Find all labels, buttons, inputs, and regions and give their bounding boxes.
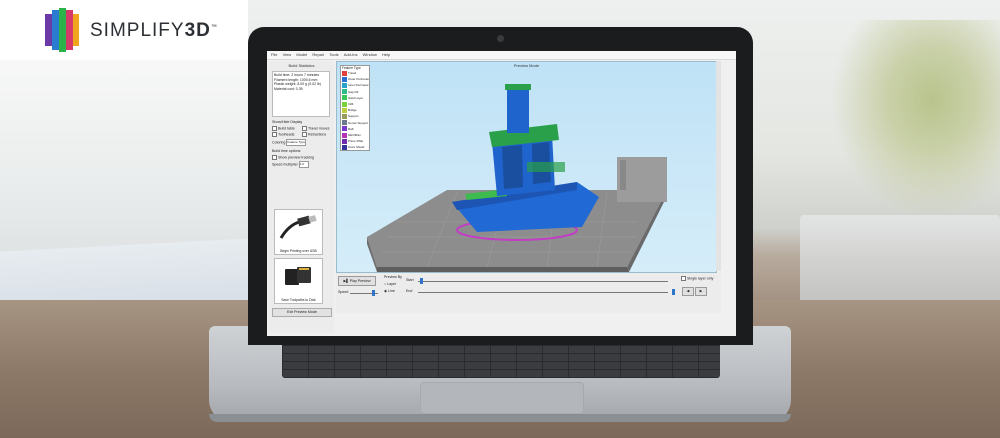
menu-help[interactable]: Help [382,51,390,59]
menu-view[interactable]: View [283,51,292,59]
legend-swatch [342,95,347,101]
save-to-disk-label: Save Toolpaths to Disk [281,298,316,302]
laptop-base-edge [209,414,791,422]
legend-swatch [342,120,347,126]
left-panel: Build Statistics Build time: 2 hours 7 m… [269,61,334,333]
legend-label: Infill [348,101,354,106]
background-object [800,215,1000,305]
laptop-trackpad [420,382,584,414]
legend-label: Inner Perimeter [348,83,369,88]
legend-swatch [342,89,347,95]
legend-swatch [342,138,347,144]
speed-label: Speed [338,290,349,294]
legend-label: Skirt/Brim [348,132,361,137]
feature-type-legend: Feature Type Travel Outer Perimeter Inner … [340,65,370,152]
check-build-table[interactable]: Build table [272,126,295,131]
legend-item: Dense Support [341,120,369,126]
legend-item: Inner Perimeter [341,82,369,89]
speed-multiplier-input[interactable]: 1.0 [298,161,309,168]
menu-add-ins[interactable]: Add-Ins [344,51,358,59]
webcam-icon [497,35,504,42]
next-button[interactable]: ▶ [695,287,707,296]
brand-name: SIMPLIFY3D™ [90,20,218,41]
legend-label: Travel [348,71,357,75]
menu-window[interactable]: Window [363,51,377,59]
end-slider[interactable] [418,292,668,293]
end-label: End [406,289,413,293]
menu-file[interactable]: File [271,51,277,59]
legend-swatch [342,83,347,89]
menu-repair[interactable]: Repair [312,51,324,59]
background-plant [830,20,1000,220]
sd-card-icon [285,267,311,285]
display-options-label: Show/Hide Display [272,120,303,124]
legend-item: Ooze Shield [341,144,369,150]
legend-label: Support [348,114,359,119]
line-radio[interactable]: ◉ Line [384,289,395,293]
menu-tools[interactable]: Tools [329,51,338,59]
coloring-select[interactable]: Feature Type [286,139,307,146]
legend-swatch [342,76,347,82]
viewport-scrollbar[interactable] [716,61,721,271]
legend-swatch [342,114,347,120]
usb-print-card[interactable]: Begin Printing over USB [274,209,323,255]
save-to-disk-card[interactable]: Save Toolpaths to Disk [274,258,323,304]
playback-controls: ▶▌ Play Preview Speed Preview By ○ Layer… [336,273,721,313]
build-statistics-title: Build Statistics [288,63,315,68]
check-toolheads[interactable]: Toolheads [272,132,294,137]
simplify3d-logo-icon [45,8,79,52]
speed-slider-knob[interactable] [372,290,375,296]
usb-cable-icon [279,215,317,239]
check-travel-moves[interactable]: Travel moves [302,126,329,131]
start-slider[interactable] [418,281,668,282]
legend-label: Dense Support [348,120,369,125]
menu-model[interactable]: Model [296,51,307,59]
benchy-model-render [367,84,667,272]
legend-label: Ooze Shield [348,145,365,150]
legend-swatch [342,101,347,107]
previous-button[interactable]: ◀ [682,287,694,296]
legend-label: Outer Perimeter [348,77,369,82]
legend-swatch [342,107,347,113]
start-label: Start [406,278,414,282]
check-retractions[interactable]: Retractions [302,132,326,137]
legend-label: Gap Fill [348,89,359,94]
start-slider-knob[interactable] [420,278,423,284]
coloring-row: Coloring Feature Type [272,139,307,146]
brand-logo-box: SIMPLIFY3D™ [0,0,248,60]
menu-bar: File View Model Repair Tools Add-Ins Win… [267,51,736,60]
build-statistics-text: Build time: 2 hours 7 minutes Filament l… [272,71,330,117]
laptop-lid: File View Model Repair Tools Add-Ins Win… [248,27,753,345]
legend-swatch [342,70,347,76]
legend-label: Prime Pillar [348,139,364,144]
legend-swatch [342,132,347,138]
legend-swatch [342,126,347,132]
app-screen: File View Model Repair Tools Add-Ins Win… [267,51,736,336]
3d-preview-viewport[interactable]: Preview Mode Feature Type Travel Outer P… [336,61,717,273]
preview-tracking-checkbox[interactable]: Show preview tracking [272,155,314,160]
end-slider-knob[interactable] [672,289,675,295]
usb-print-label: Begin Printing over USB [280,249,317,253]
play-preview-button[interactable]: ▶▌ Play Preview [338,276,376,286]
legend-swatch [342,144,347,150]
legend-label: Raft [348,126,354,131]
speed-multiplier-row: Speed multiplier 1.0 [272,161,309,168]
legend-label: Bridge [348,108,357,113]
layer-radio[interactable]: ○ Layer [384,282,396,286]
legend-label: Solid Layer [348,95,364,100]
single-layer-checkbox[interactable]: Single layer only [681,276,713,281]
build-options-label: Build time options [272,149,301,153]
preview-by-label: Preview By [384,275,402,279]
exit-preview-button[interactable]: Exit Preview Mode [272,308,332,317]
